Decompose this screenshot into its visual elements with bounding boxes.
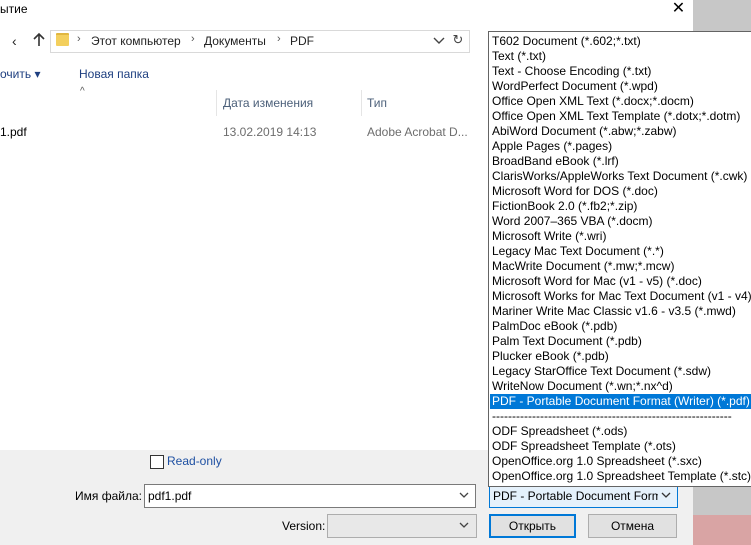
file-type-option[interactable]: Word 2007–365 VBA (*.docm) <box>492 214 653 229</box>
filename-value[interactable]: pdf1.pdf <box>148 489 191 503</box>
open-button[interactable]: Открыть <box>489 514 576 538</box>
breadcrumb-documents[interactable]: Документы <box>204 34 266 48</box>
file-type-option[interactable]: Microsoft Write (*.wri) <box>492 229 606 244</box>
file-type-option[interactable]: Legacy StarOffice Text Document (*.sdw) <box>492 364 711 379</box>
file-type-option[interactable]: PDF - Portable Document Format (Writer) … <box>490 394 751 409</box>
column-header-type[interactable]: Тип <box>367 96 387 110</box>
file-type-option[interactable]: Text (*.txt) <box>492 49 546 64</box>
refresh-icon[interactable]: ↻ <box>450 32 466 48</box>
chevron-right-icon: › <box>77 33 81 45</box>
read-only-checkbox[interactable] <box>150 455 164 469</box>
file-type-option[interactable]: PalmDoc eBook (*.pdb) <box>492 319 617 334</box>
window-title: ытие <box>0 2 28 16</box>
file-type-option[interactable]: ODF Spreadsheet Template (*.ots) <box>492 439 676 454</box>
file-type-option[interactable]: WordPerfect Document (*.wpd) <box>492 79 658 94</box>
file-type-option[interactable]: Legacy Mac Text Document (*.*) <box>492 244 664 259</box>
file-type-dropdown-list[interactable]: T602 Document (*.602;*.txt) Text (*.txt) T… <box>488 31 751 487</box>
version-select[interactable] <box>327 514 477 538</box>
chevron-down-icon[interactable] <box>458 488 470 502</box>
version-label: Version: <box>282 519 326 533</box>
filename-field[interactable] <box>144 484 476 508</box>
file-type-option[interactable]: T602 Document (*.602;*.txt) <box>492 34 641 49</box>
file-name-cell[interactable]: 1.pdf <box>0 125 27 139</box>
chevron-right-icon: › <box>191 33 195 45</box>
file-type-option[interactable]: Palm Text Document (*.pdb) <box>492 334 642 349</box>
file-type-option[interactable]: ClarisWorks/AppleWorks Text Document (*.… <box>492 169 747 184</box>
dropdown-separator: ----------------------------------------… <box>492 409 732 423</box>
new-folder-button[interactable]: Новая папка <box>79 67 149 81</box>
read-only-label[interactable]: Read-only <box>167 454 222 468</box>
file-type-option[interactable]: Microsoft Word for Mac (v1 - v5) (*.doc) <box>492 274 702 289</box>
file-type-option[interactable]: Office Open XML Text (*.docx;*.docm) <box>492 94 694 109</box>
column-header-modified[interactable]: Дата изменения <box>223 96 313 110</box>
column-divider[interactable] <box>216 90 217 116</box>
file-type-option[interactable]: FictionBook 2.0 (*.fb2;*.zip) <box>492 199 637 214</box>
file-type-option[interactable]: Mariner Write Mac Classic v1.6 - v3.5 (*… <box>492 304 736 319</box>
file-type-selected-value[interactable]: PDF - Portable Document Form <box>493 489 658 503</box>
breadcrumb-pdf[interactable]: PDF <box>290 34 314 48</box>
file-type-option[interactable]: Microsoft Works for Mac Text Document (v… <box>492 289 751 304</box>
file-type-cell: Adobe Acrobat D... <box>367 125 468 139</box>
chevron-down-icon[interactable] <box>458 518 470 532</box>
column-divider[interactable] <box>361 90 362 116</box>
file-type-option[interactable]: Text - Choose Encoding (*.txt) <box>492 64 651 79</box>
chevron-down-icon[interactable] <box>432 32 446 48</box>
file-type-option[interactable]: Office Open XML Text Template (*.dotx;*.… <box>492 109 740 124</box>
file-type-option[interactable]: WriteNow Document (*.wn;*.nx^d) <box>492 379 673 394</box>
file-type-option[interactable]: BroadBand eBook (*.lrf) <box>492 154 619 169</box>
breadcrumb-computer[interactable]: Этот компьютер <box>91 34 181 48</box>
organize-menu-button[interactable]: очить ▾ <box>0 67 40 81</box>
file-type-option[interactable]: Microsoft Word for DOS (*.doc) <box>492 184 658 199</box>
cancel-button[interactable]: Отмена <box>588 514 677 538</box>
file-type-option[interactable]: OpenOffice.org 1.0 Spreadsheet Template … <box>492 469 751 484</box>
file-type-option[interactable]: AbiWord Document (*.abw;*.zabw) <box>492 124 677 139</box>
up-arrow-icon[interactable] <box>32 32 46 48</box>
folder-icon <box>56 33 69 46</box>
filename-label: Имя файла: <box>75 489 142 503</box>
file-type-option[interactable]: Apple Pages (*.pages) <box>492 139 612 154</box>
file-type-option[interactable]: ODF Spreadsheet (*.ods) <box>492 424 627 439</box>
chevron-down-icon[interactable] <box>660 488 672 502</box>
close-button[interactable]: ✕ <box>664 0 693 18</box>
chevron-right-icon: › <box>277 33 281 45</box>
file-type-option[interactable]: OpenOffice.org 1.0 Spreadsheet (*.sxc) <box>492 454 702 469</box>
back-arrow-icon[interactable]: ‹ <box>12 33 17 49</box>
file-type-option[interactable]: Plucker eBook (*.pdb) <box>492 349 609 364</box>
sort-caret-icon: ^ <box>80 86 85 97</box>
file-modified-cell: 13.02.2019 14:13 <box>223 125 317 139</box>
file-type-option[interactable]: MacWrite Document (*.mw;*.mcw) <box>492 259 674 274</box>
